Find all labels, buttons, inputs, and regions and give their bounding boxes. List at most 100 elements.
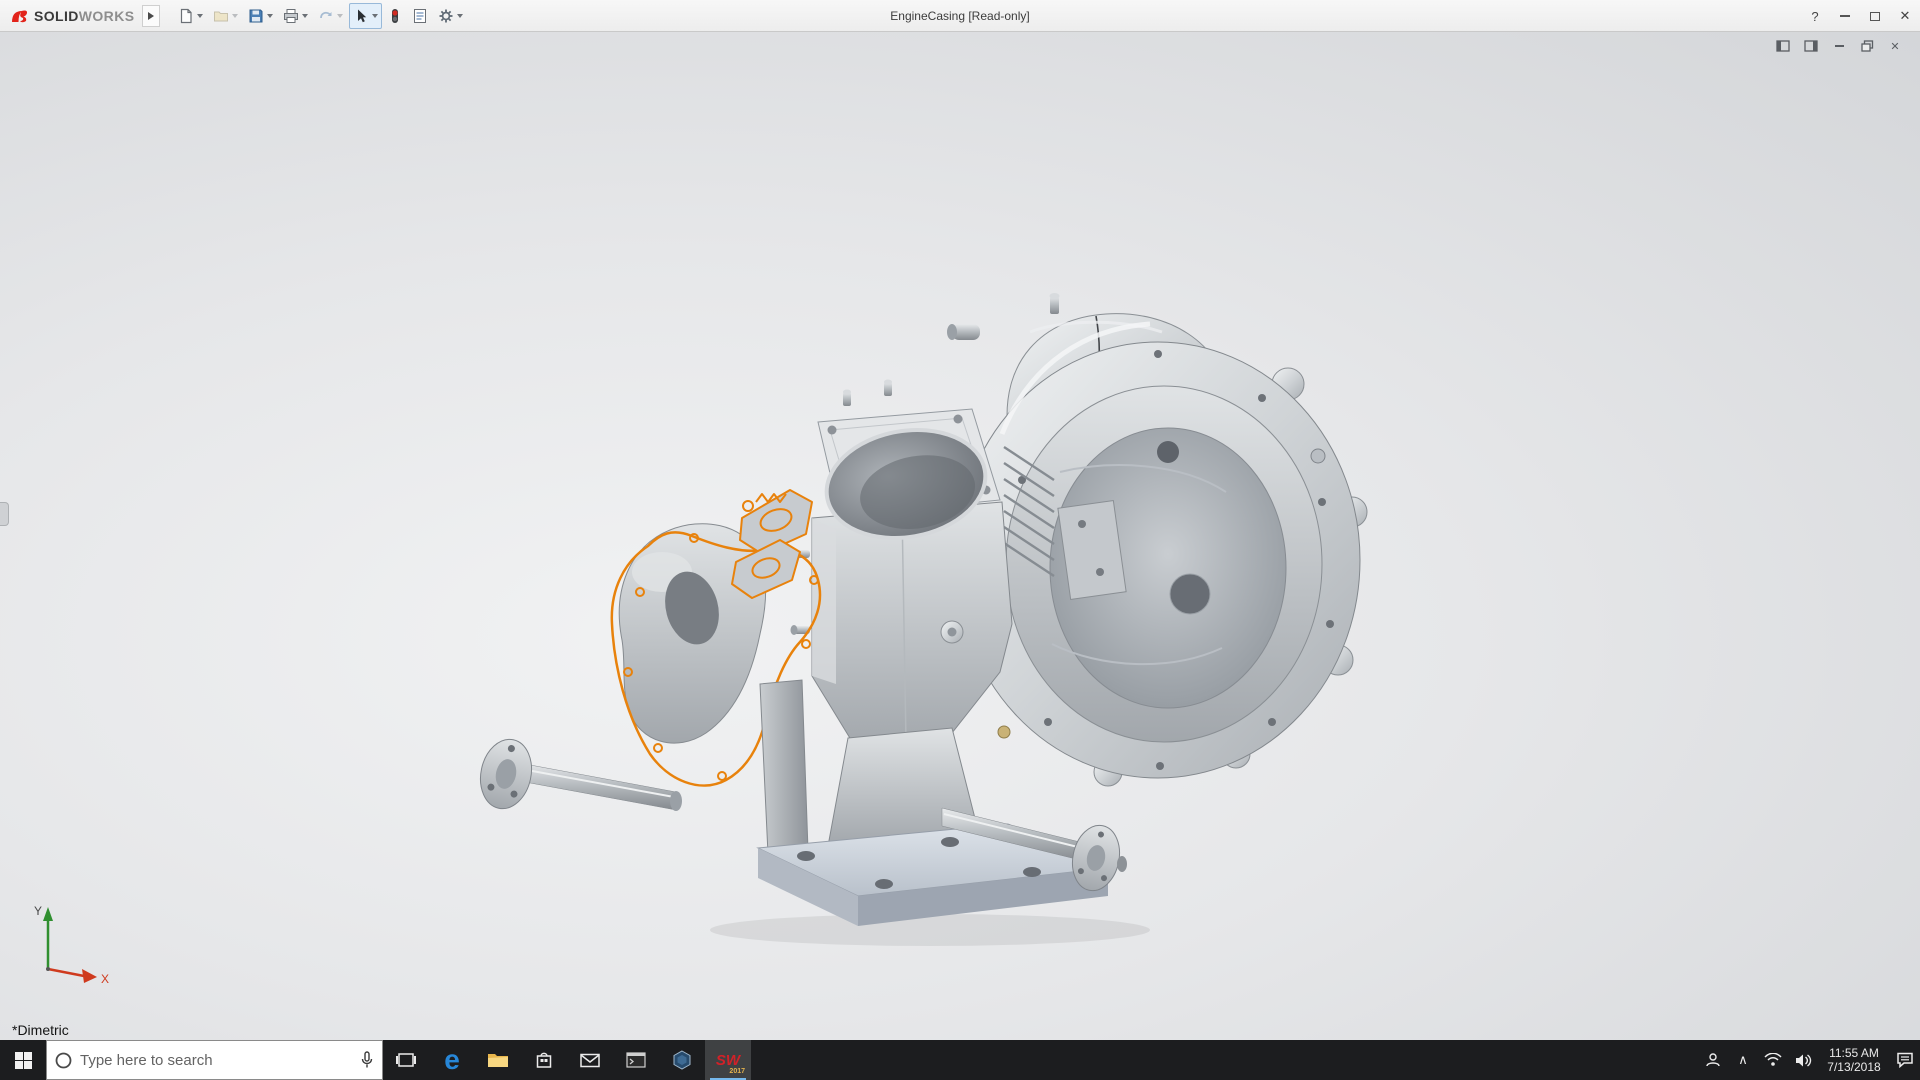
search-icon — [55, 1052, 72, 1068]
document-window-controls: ✕ — [1774, 38, 1904, 54]
action-center-icon — [1897, 1052, 1913, 1068]
orientation-triad[interactable]: Y X — [6, 897, 116, 992]
undo-button[interactable] — [314, 3, 347, 29]
chevron-down-icon[interactable] — [337, 13, 344, 18]
brand-works: WORKS — [78, 7, 135, 24]
ground-shadow — [710, 914, 1150, 946]
taskbar-terminal-button[interactable] — [613, 1040, 659, 1080]
engine-casing-model[interactable] — [0, 32, 1920, 1040]
view-orientation-label: *Dimetric — [12, 1022, 69, 1038]
solidworks-logo: SOLIDWORKS — [0, 8, 142, 24]
x-axis-label: X — [101, 972, 109, 986]
hexagon-app-icon — [673, 1050, 691, 1070]
file-explorer-icon — [488, 1054, 508, 1067]
tray-volume-button[interactable] — [1788, 1040, 1818, 1080]
tray-wifi-button[interactable] — [1758, 1040, 1788, 1080]
file-properties-icon — [414, 8, 427, 23]
chevron-down-icon[interactable] — [197, 13, 204, 18]
close-button[interactable]: ✕ — [1890, 0, 1920, 32]
tray-show-hidden-button[interactable]: ∧ — [1728, 1040, 1758, 1080]
chevron-down-icon[interactable] — [457, 13, 464, 18]
file-properties-button[interactable] — [408, 3, 432, 29]
taskbar-edge-button[interactable]: e — [429, 1040, 475, 1080]
rebuild-button[interactable] — [384, 3, 406, 29]
y-axis-label: Y — [34, 904, 42, 918]
task-view-icon — [396, 1053, 416, 1067]
quick-access-toolbar — [174, 2, 467, 29]
cursor-arrow-icon — [358, 9, 367, 22]
taskbar-search[interactable] — [46, 1040, 383, 1080]
doc-minimize-button[interactable] — [1830, 38, 1848, 54]
pane-right-button[interactable] — [1802, 38, 1820, 54]
pane-left-icon — [1776, 40, 1790, 52]
print-button[interactable] — [279, 3, 312, 29]
people-icon — [1706, 1053, 1720, 1067]
mail-icon — [580, 1053, 600, 1067]
minimize-icon — [1840, 15, 1850, 17]
undo-icon — [320, 11, 333, 18]
taskbar-clock[interactable]: 11:55 AM 7/13/2018 — [1818, 1046, 1890, 1074]
microphone-icon[interactable] — [360, 1051, 374, 1069]
minimize-button[interactable] — [1830, 0, 1860, 32]
chevron-down-icon[interactable] — [232, 13, 239, 18]
taskbar-store-button[interactable] — [521, 1040, 567, 1080]
help-button[interactable]: ? — [1800, 0, 1830, 32]
edge-icon: e — [444, 1044, 460, 1075]
wifi-icon — [1764, 1053, 1782, 1066]
gear-icon — [439, 9, 453, 22]
chevron-down-icon[interactable] — [372, 13, 379, 18]
terminal-icon — [626, 1052, 646, 1068]
window-controls: ? ✕ — [1800, 0, 1920, 32]
save-button[interactable] — [244, 3, 277, 29]
print-icon — [284, 8, 299, 23]
open-folder-icon — [214, 11, 229, 21]
action-center-button[interactable] — [1890, 1040, 1920, 1080]
task-view-button[interactable] — [383, 1040, 429, 1080]
speaker-icon — [1795, 1053, 1811, 1067]
search-input[interactable] — [80, 1051, 352, 1069]
maximize-button[interactable] — [1860, 0, 1890, 32]
ds-logo-icon — [12, 10, 28, 22]
save-icon — [249, 9, 263, 22]
sw-year-badge: 2017 — [729, 1068, 745, 1075]
pane-right-icon — [1804, 40, 1818, 52]
doc-close-button[interactable]: ✕ — [1886, 38, 1904, 54]
open-document-button[interactable] — [209, 3, 242, 29]
select-tool-button[interactable] — [349, 2, 383, 29]
chevron-down-icon[interactable] — [302, 13, 309, 18]
pane-left-button[interactable] — [1774, 38, 1792, 54]
system-tray: ∧ 11:55 AM 7/13/2018 — [1698, 1040, 1920, 1080]
menu-expand-button[interactable] — [142, 4, 161, 27]
doc-restore-button[interactable] — [1858, 38, 1876, 54]
taskbar-file-explorer-button[interactable] — [475, 1040, 521, 1080]
store-icon — [536, 1052, 552, 1068]
taskbar-solidworks-button[interactable]: SW 2017 — [705, 1040, 751, 1080]
tray-people-button[interactable] — [1698, 1040, 1728, 1080]
x-axis-arrow — [82, 969, 97, 983]
taskbar-mail-button[interactable] — [567, 1040, 613, 1080]
graphics-area[interactable]: ✕ Y X *Dimetric — [0, 32, 1920, 1040]
sw-label: SW — [715, 1051, 741, 1069]
brand-solid: SOLID — [34, 7, 79, 24]
solidworks-window: SOLIDWORKS EngineCasing [Read-only] ? ✕ … — [0, 0, 1920, 1080]
window-title: EngineCasing [Read-only] — [890, 9, 1030, 23]
y-axis-arrow — [43, 907, 53, 921]
taskbar: e — [0, 1040, 1920, 1080]
title-bar: SOLIDWORKS EngineCasing [Read-only] ? ✕ — [0, 0, 1920, 32]
taskbar-edrawings-button[interactable] — [659, 1040, 705, 1080]
left-shaft-part[interactable] — [474, 735, 682, 814]
clock-date: 7/13/2018 — [1827, 1060, 1881, 1074]
rebuild-icon — [392, 8, 399, 23]
start-button[interactable] — [0, 1040, 46, 1080]
clock-time: 11:55 AM — [1829, 1046, 1879, 1060]
windows-logo-icon — [14, 1051, 32, 1069]
new-document-button[interactable] — [174, 3, 207, 29]
options-button[interactable] — [434, 3, 467, 29]
side-cover-part[interactable] — [618, 523, 767, 744]
restore-icon — [1860, 40, 1873, 52]
maximize-icon — [1870, 11, 1880, 21]
chevron-right-icon — [148, 11, 155, 20]
chevron-down-icon[interactable] — [267, 13, 274, 18]
brand-text: SOLIDWORKS — [34, 8, 134, 24]
minimize-icon — [1834, 45, 1844, 47]
